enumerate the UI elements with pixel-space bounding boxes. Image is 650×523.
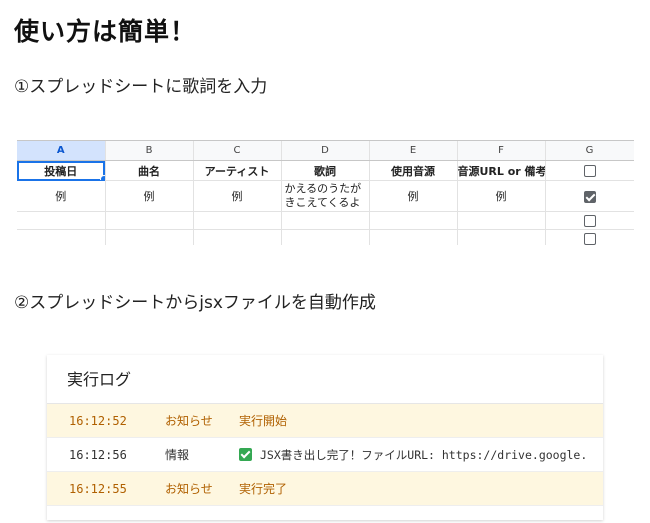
cell-checkbox[interactable] bbox=[545, 229, 634, 245]
cell-empty[interactable] bbox=[193, 229, 282, 245]
table-row: 例 例 例 かえるのうたがきこえてくるよ 例 例 bbox=[17, 180, 634, 212]
log-title: 実行ログ bbox=[47, 355, 603, 404]
cell-empty[interactable] bbox=[105, 229, 194, 245]
step-2-heading: ②スプレッドシートからjsxファイルを自動作成 bbox=[14, 293, 376, 313]
page-title: 使い方は簡単！ bbox=[14, 17, 197, 46]
cell-empty[interactable] bbox=[369, 211, 458, 230]
log-row: 16:12:55 お知らせ 実行完了 bbox=[47, 472, 603, 506]
cell-example[interactable]: 例 bbox=[193, 180, 282, 212]
cell-audio-url-header[interactable]: 音源URL or 備考 bbox=[457, 160, 546, 181]
column-header-row: A B C D E F G bbox=[17, 141, 634, 161]
log-message: 実行開始 bbox=[239, 414, 288, 428]
column-header-b[interactable]: B bbox=[105, 141, 194, 161]
checkbox-unchecked[interactable] bbox=[583, 233, 596, 245]
log-row: 16:12:56 情報 JSX書き出し完了！ファイルURL: https://d… bbox=[47, 438, 603, 472]
table-row bbox=[17, 211, 634, 230]
cell-empty[interactable] bbox=[193, 211, 282, 230]
column-header-c[interactable]: C bbox=[193, 141, 282, 161]
cell-empty[interactable] bbox=[457, 211, 546, 230]
check-mark-icon bbox=[239, 447, 252, 461]
column-header-f[interactable]: F bbox=[457, 141, 546, 161]
cell-checkbox[interactable] bbox=[545, 211, 634, 230]
column-header-g[interactable]: G bbox=[545, 141, 634, 161]
spreadsheet: A B C D E F G 投稿日 曲名 アーティスト 歌詞 使用音源 音源UR… bbox=[17, 140, 634, 245]
cell-song-title-header[interactable]: 曲名 bbox=[105, 160, 194, 181]
column-header-d[interactable]: D bbox=[281, 141, 370, 161]
log-time: 16:12:56 bbox=[69, 447, 127, 462]
cell-empty[interactable] bbox=[281, 211, 370, 230]
cell-audio-header[interactable]: 使用音源 bbox=[369, 160, 458, 181]
column-header-e[interactable]: E bbox=[369, 141, 458, 161]
cell-empty[interactable] bbox=[457, 229, 546, 245]
cell-empty[interactable] bbox=[17, 229, 106, 245]
step-1-heading: ①スプレッドシートに歌詞を入力 bbox=[14, 77, 268, 97]
cell-text: 投稿日 bbox=[44, 164, 78, 178]
log-time: 16:12:52 bbox=[69, 413, 127, 428]
execution-log-panel: 実行ログ 16:12:52 お知らせ 実行開始 16:12:56 情報 JSX書… bbox=[47, 355, 603, 520]
checkbox-checked[interactable] bbox=[583, 190, 596, 203]
table-row bbox=[17, 229, 634, 245]
log-message: 実行完了 bbox=[239, 482, 288, 496]
log-message[interactable]: JSX書き出し完了！ファイルURL: https://drive.google. bbox=[260, 448, 587, 462]
cell-checkbox[interactable] bbox=[545, 160, 634, 181]
log-level: お知らせ bbox=[165, 414, 213, 428]
cell-empty[interactable] bbox=[369, 229, 458, 245]
log-level: お知らせ bbox=[165, 482, 213, 496]
cell-empty[interactable] bbox=[105, 211, 194, 230]
checkbox-unchecked[interactable] bbox=[583, 215, 596, 227]
cell-checkbox[interactable] bbox=[545, 180, 634, 212]
fill-handle[interactable] bbox=[99, 175, 104, 180]
cell-example[interactable]: 例 bbox=[17, 180, 106, 212]
cell-artist-header[interactable]: アーティスト bbox=[193, 160, 282, 181]
cell-empty[interactable] bbox=[281, 229, 370, 245]
checkbox-unchecked[interactable] bbox=[583, 165, 596, 177]
cell-posting-date-header[interactable]: 投稿日 bbox=[17, 160, 106, 181]
cell-example[interactable]: 例 bbox=[105, 180, 194, 212]
log-level: 情報 bbox=[165, 448, 190, 462]
cell-empty[interactable] bbox=[17, 211, 106, 230]
log-time: 16:12:55 bbox=[69, 481, 127, 496]
cell-example-lyrics[interactable]: かえるのうたがきこえてくるよ bbox=[281, 180, 370, 212]
table-row: 投稿日 曲名 アーティスト 歌詞 使用音源 音源URL or 備考 bbox=[17, 160, 634, 181]
cell-lyrics-header[interactable]: 歌詞 bbox=[281, 160, 370, 181]
cell-example[interactable]: 例 bbox=[457, 180, 546, 212]
column-header-a[interactable]: A bbox=[17, 141, 106, 161]
cell-example[interactable]: 例 bbox=[369, 180, 458, 212]
log-message-container: JSX書き出し完了！ファイルURL: https://drive.google. bbox=[239, 447, 603, 463]
log-row: 16:12:52 お知らせ 実行開始 bbox=[47, 404, 603, 438]
